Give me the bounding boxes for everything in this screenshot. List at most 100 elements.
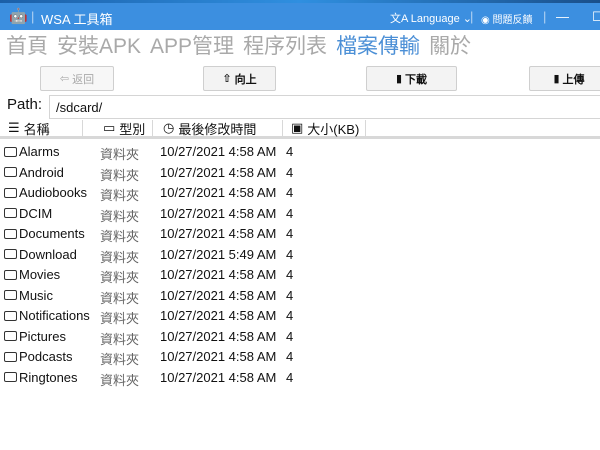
file-type: 資料夾	[100, 208, 140, 224]
file-modified: 10/27/2021 4:58 AM	[160, 226, 277, 241]
file-row[interactable]: Download 資料夾 10/27/2021 5:49 AM 4	[0, 244, 600, 265]
file-name-cell: DCIM	[4, 206, 52, 221]
folder-icon	[4, 228, 17, 239]
file-modified: 10/27/2021 4:58 AM	[160, 267, 277, 282]
file-type: 資料夾	[100, 147, 140, 162]
file-row[interactable]: Documents 資料夾 10/27/2021 4:58 AM 4	[0, 223, 600, 244]
file-modified: 10/27/2021 4:58 AM	[160, 287, 277, 303]
file-row[interactable]: Android 資料夾 10/27/2021 4:58 AM 4	[0, 162, 600, 183]
divider: |	[31, 9, 35, 24]
file-row[interactable]: Podcasts 資料夾 10/27/2021 4:58 AM 4	[0, 346, 600, 367]
github-icon: ◉	[481, 15, 493, 26]
up-button[interactable]: ⇧ 向上	[203, 66, 276, 91]
back-icon: ⇦	[59, 73, 70, 85]
divider: |	[543, 9, 547, 24]
file-modified: 10/27/2021 4:58 AM	[160, 308, 277, 323]
file-type: 資料夾	[100, 372, 140, 388]
file-row[interactable]: Pictures 資料夾 10/27/2021 4:58 AM 4	[0, 326, 600, 347]
file-size: 4	[286, 164, 294, 180]
file-row[interactable]: Music 資料夾 10/27/2021 4:58 AM 4	[0, 285, 600, 306]
file-name-cell: Alarms	[4, 144, 59, 159]
file-modified: 10/27/2021 4:58 AM	[160, 144, 277, 159]
tab-about[interactable]: 關於	[429, 35, 471, 58]
folder-icon	[4, 249, 17, 259]
file-type: 資料夾	[100, 188, 140, 203]
back-button[interactable]: ⇦ 返回	[40, 66, 114, 91]
file-type: 資料夾	[100, 167, 140, 183]
feedback-button[interactable]: ◉ 問題反饋	[481, 11, 533, 26]
android-icon: 🤖	[9, 8, 28, 25]
clock-icon: ◷	[163, 120, 175, 135]
file-download-icon: ▮	[395, 73, 403, 85]
folder-icon	[4, 208, 17, 218]
arrow-up-icon: ⇧	[222, 73, 232, 85]
folder-icon	[4, 167, 17, 177]
file-row[interactable]: Notifications 資料夾 10/27/2021 4:58 AM 4	[0, 305, 600, 326]
file-type: 資料夾	[100, 290, 140, 306]
file-size: 4	[286, 308, 294, 323]
file-modified: 10/27/2021 4:58 AM	[160, 328, 277, 344]
minimize-button[interactable]: —	[556, 9, 569, 24]
file-row[interactable]: Alarms 資料夾 10/27/2021 4:58 AM 4	[0, 141, 600, 162]
file-size: 4	[286, 349, 294, 364]
file-modified: 10/27/2021 4:58 AM	[160, 349, 277, 364]
file-upload-icon: ▮	[553, 73, 560, 85]
file-size: 4	[286, 205, 294, 221]
tab-home[interactable]: 首頁	[6, 35, 48, 58]
tab-app-manager[interactable]: APP管理	[150, 35, 234, 58]
tab-process-list[interactable]: 程序列表	[243, 35, 327, 58]
folder-icon	[4, 269, 17, 280]
file-size: 4	[286, 328, 294, 344]
file-modified: 10/27/2021 4:58 AM	[160, 369, 277, 385]
column-name[interactable]: ☰ 名稱	[0, 120, 83, 137]
upload-button[interactable]: ▮ 上傳	[529, 66, 600, 91]
folder-icon: ▭	[103, 120, 116, 135]
file-type: 資料夾	[100, 229, 140, 244]
maximize-button[interactable]: ☐	[592, 9, 600, 25]
file-type: 資料夾	[100, 352, 140, 367]
file-name-cell: Download	[4, 247, 77, 262]
file-size: 4	[286, 369, 294, 385]
file-name-cell: Android	[4, 165, 64, 180]
column-size[interactable]: ▣ 大小(KB)	[283, 120, 366, 137]
language-button[interactable]: 文A Language ⌄	[390, 10, 472, 26]
file-name-cell: Movies	[4, 267, 60, 282]
file-name-cell: Podcasts	[4, 349, 72, 364]
file-list-header: ☰ 名稱 ▭ 型別 ◷ 最後修改時間 ▣ 大小(KB)	[0, 120, 600, 139]
file-name-cell: Music	[4, 288, 53, 303]
file-name-cell: Pictures	[4, 329, 66, 344]
file-row[interactable]: DCIM 資料夾 10/27/2021 4:58 AM 4	[0, 203, 600, 224]
folder-icon	[4, 187, 17, 198]
file-name-cell: Documents	[4, 226, 85, 241]
download-button[interactable]: ▮ 下載	[366, 66, 457, 91]
file-modified: 10/27/2021 4:58 AM	[160, 205, 277, 221]
file-row[interactable]: Audiobooks 資料夾 10/27/2021 4:58 AM 4	[0, 182, 600, 203]
file-row[interactable]: Ringtones 資料夾 10/27/2021 4:58 AM 4	[0, 367, 600, 388]
folder-icon	[4, 372, 17, 382]
path-input[interactable]: /sdcard/	[49, 95, 600, 119]
folder-icon	[4, 310, 17, 321]
file-modified: 10/27/2021 5:49 AM	[160, 246, 277, 262]
translate-icon: 文A	[390, 13, 411, 25]
main-nav: 首頁 安裝APK APP管理 程序列表 檔案傳輸 關於	[6, 30, 480, 60]
app-title: WSA 工具箱	[41, 12, 113, 27]
column-type[interactable]: ▭ 型別	[95, 120, 153, 137]
file-modified: 10/27/2021 4:58 AM	[160, 185, 277, 200]
file-type: 資料夾	[100, 270, 140, 285]
file-modified: 10/27/2021 4:58 AM	[160, 164, 277, 180]
tab-install-apk[interactable]: 安裝APK	[57, 35, 141, 58]
list-icon: ☰	[8, 120, 20, 135]
file-name-cell: Ringtones	[4, 370, 78, 385]
file-size: 4	[286, 267, 294, 282]
folder-icon	[4, 331, 17, 341]
file-size: 4	[286, 185, 294, 200]
divider: |	[470, 9, 474, 24]
file-name-cell: Audiobooks	[4, 185, 87, 200]
file-type: 資料夾	[100, 249, 140, 265]
path-label: Path:	[7, 96, 43, 113]
tab-file-transfer[interactable]: 檔案傳輸	[336, 35, 420, 58]
folder-icon	[4, 351, 17, 362]
column-modified[interactable]: ◷ 最後修改時間	[155, 120, 283, 137]
file-row[interactable]: Movies 資料夾 10/27/2021 4:58 AM 4	[0, 264, 600, 285]
title-bar: 🤖 | WSA 工具箱 文A Language ⌄ | ◉ 問題反饋 | — ☐	[0, 3, 600, 30]
